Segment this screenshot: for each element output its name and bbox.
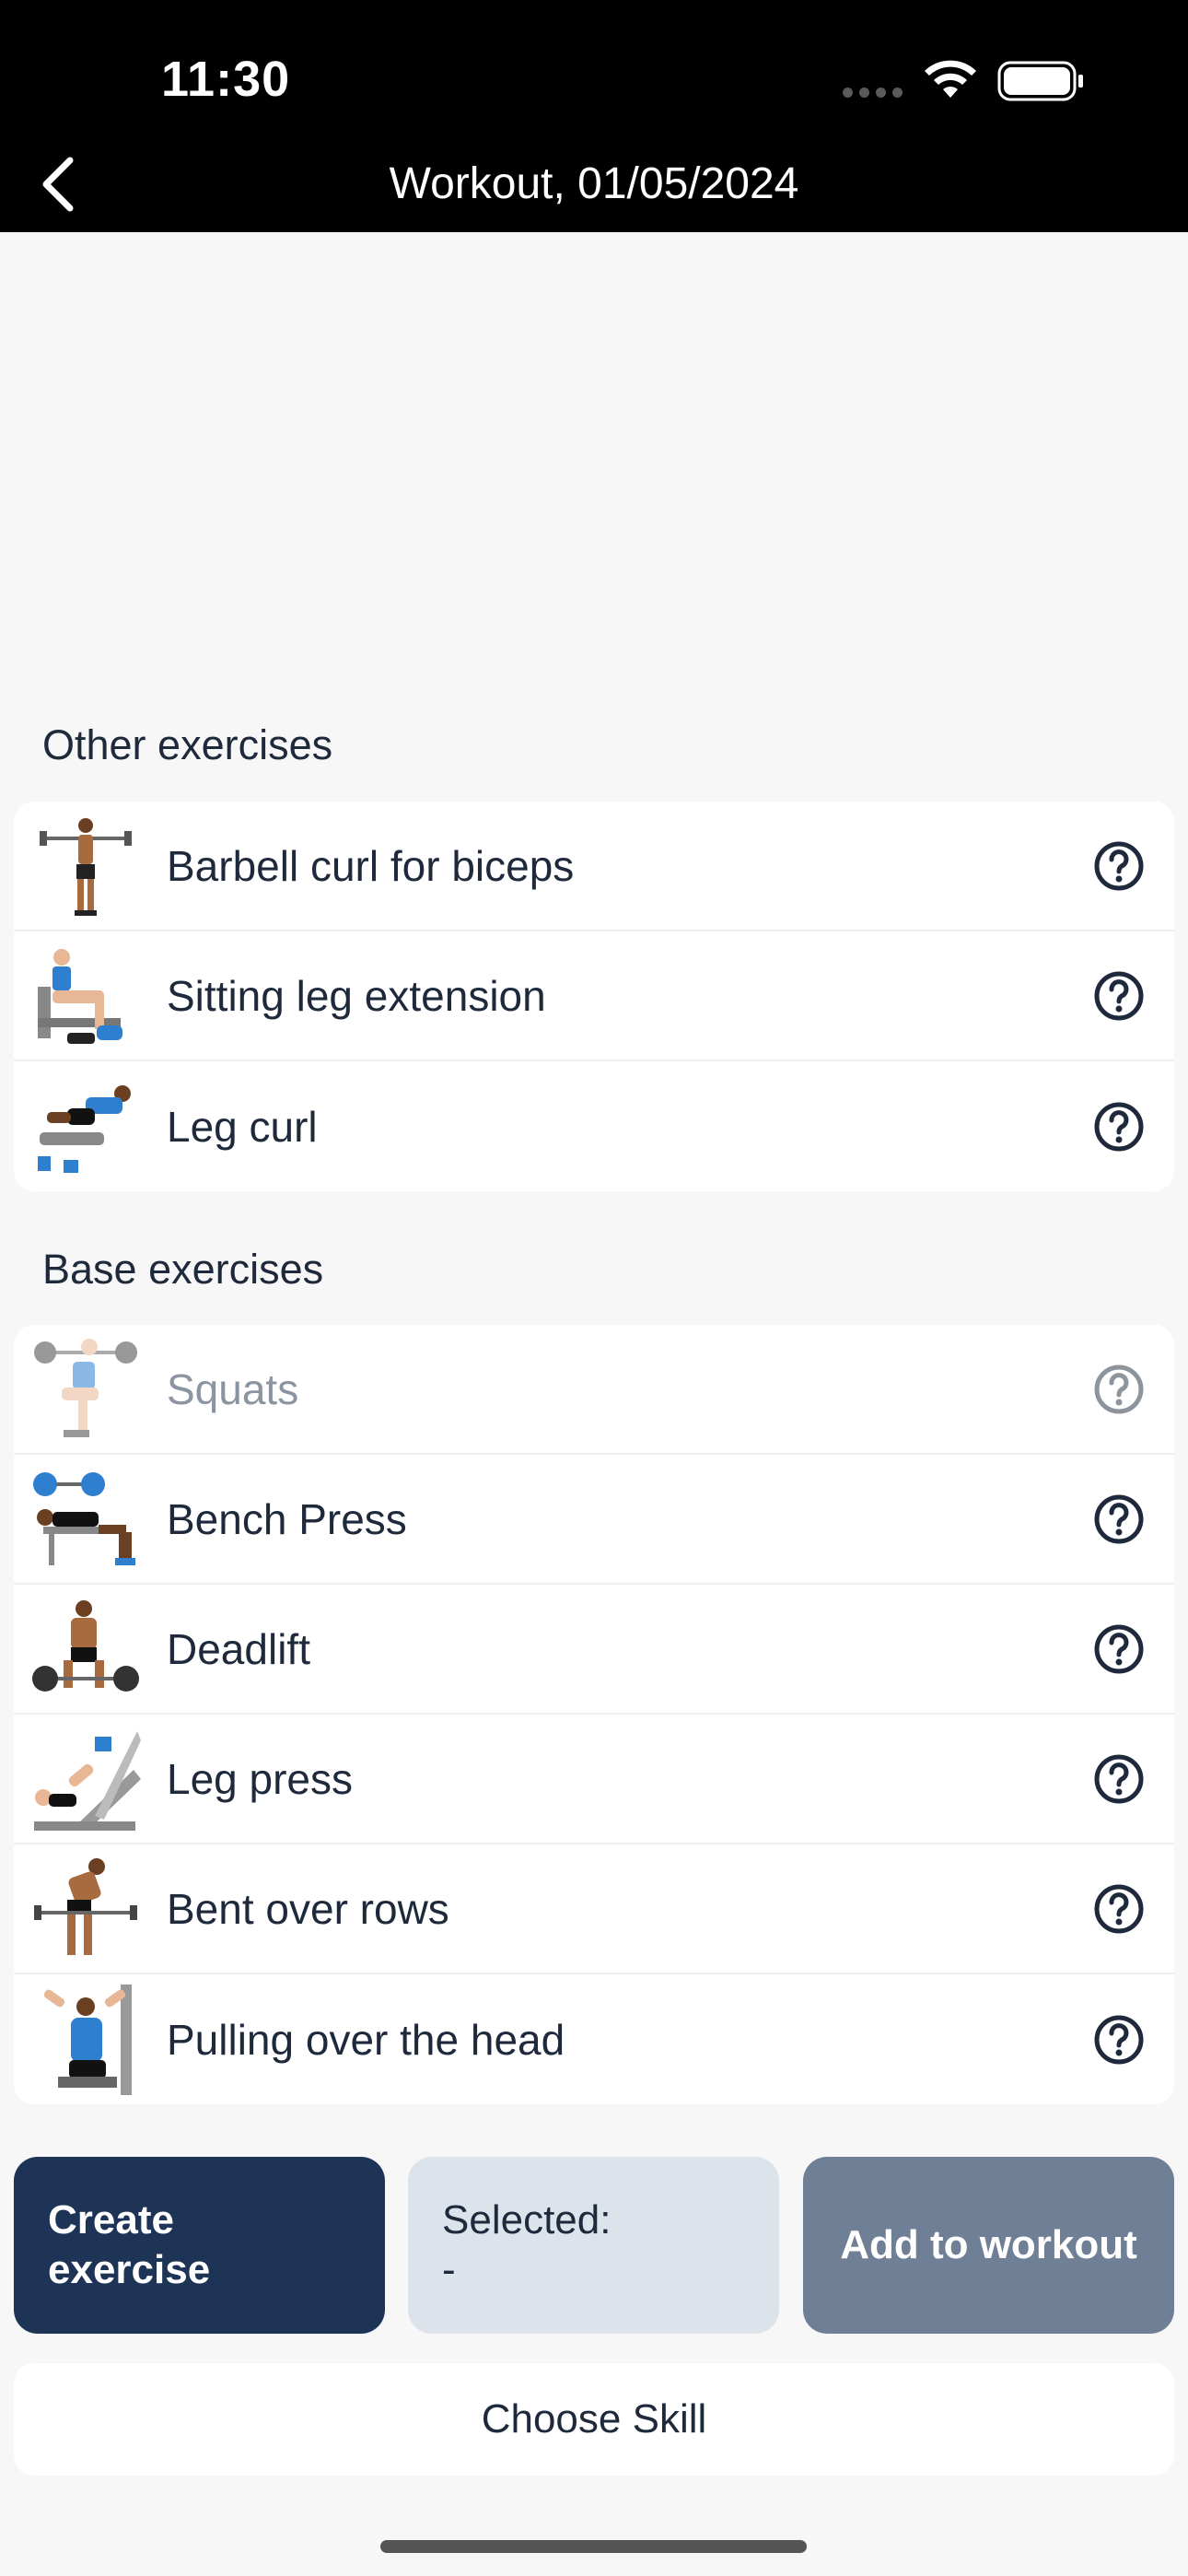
selected-value: - xyxy=(442,2247,456,2292)
help-icon[interactable] xyxy=(1091,968,1147,1024)
exercise-row-sitting-leg-extension[interactable]: Sitting leg extension xyxy=(14,931,1174,1061)
exercise-row-pulling-over-head[interactable]: Pulling over the head xyxy=(14,1974,1174,2104)
selected-label: Selected: xyxy=(442,2197,611,2242)
exercise-illustration xyxy=(28,1331,143,1446)
exercise-illustration xyxy=(28,1982,143,2097)
exercise-row-bent-over-rows[interactable]: Bent over rows xyxy=(14,1844,1174,1974)
exercise-illustration xyxy=(28,1591,143,1706)
nav-bar: Workout, 01/05/2024 xyxy=(0,138,1188,232)
help-icon[interactable] xyxy=(1091,1492,1147,1547)
wifi-icon xyxy=(925,60,976,98)
create-exercise-label-line1: Create xyxy=(48,2197,174,2242)
create-exercise-label-line2: exercise xyxy=(48,2247,211,2292)
help-icon[interactable] xyxy=(1091,1881,1147,1937)
help-icon[interactable] xyxy=(1091,1622,1147,1677)
add-to-workout-button[interactable]: Add to workout xyxy=(803,2157,1174,2334)
exercise-illustration xyxy=(28,1461,143,1576)
exercise-name: Leg press xyxy=(167,1754,354,1803)
other-exercises-list: Barbell curl for biceps Sitting leg exte… xyxy=(14,802,1174,1191)
exercise-name: Pulling over the head xyxy=(167,2015,565,2064)
status-bar: 11:30 xyxy=(0,0,1188,138)
exercise-illustration xyxy=(28,938,143,1053)
base-exercises-list: Squats Bench Press Deadlift Leg press Be… xyxy=(14,1325,1174,2104)
exercise-name: Bent over rows xyxy=(167,1884,449,1933)
choose-skill-button[interactable]: Choose Skill xyxy=(14,2363,1174,2476)
exercise-name: Sitting leg extension xyxy=(167,971,546,1020)
exercise-name: Leg curl xyxy=(167,1102,318,1151)
exercise-row-bench-press[interactable]: Bench Press xyxy=(14,1455,1174,1585)
exercise-illustration xyxy=(28,1069,143,1184)
home-indicator xyxy=(380,2540,807,2553)
exercise-name: Bench Press xyxy=(167,1494,407,1543)
help-icon[interactable] xyxy=(1091,1751,1147,1807)
exercise-illustration xyxy=(28,1851,143,1966)
exercise-name: Barbell curl for biceps xyxy=(167,841,575,890)
exercise-illustration xyxy=(28,1721,143,1836)
section-title-other: Other exercises xyxy=(42,721,333,768)
exercise-illustration xyxy=(28,808,143,923)
create-exercise-button[interactable]: Create exercise xyxy=(14,2157,385,2334)
help-icon[interactable] xyxy=(1091,2012,1147,2067)
exercise-row-deadlift[interactable]: Deadlift xyxy=(14,1585,1174,1715)
exercise-row-leg-curl[interactable]: Leg curl xyxy=(14,1061,1174,1191)
battery-icon xyxy=(997,61,1083,101)
help-icon[interactable] xyxy=(1091,1099,1147,1154)
exercise-row-barbell-curl[interactable]: Barbell curl for biceps xyxy=(14,802,1174,931)
exercise-row-squats[interactable]: Squats xyxy=(14,1325,1174,1455)
exercise-row-leg-press[interactable]: Leg press xyxy=(14,1715,1174,1844)
exercise-name: Squats xyxy=(167,1364,299,1413)
status-time: 11:30 xyxy=(161,52,291,107)
page-title: Workout, 01/05/2024 xyxy=(389,159,799,208)
exercise-name: Deadlift xyxy=(167,1624,310,1673)
help-icon[interactable] xyxy=(1091,838,1147,894)
selected-indicator: Selected: - xyxy=(408,2157,779,2334)
help-icon[interactable] xyxy=(1091,1362,1147,1417)
section-title-base: Base exercises xyxy=(42,1246,324,1293)
signal-dots-icon xyxy=(843,88,903,98)
